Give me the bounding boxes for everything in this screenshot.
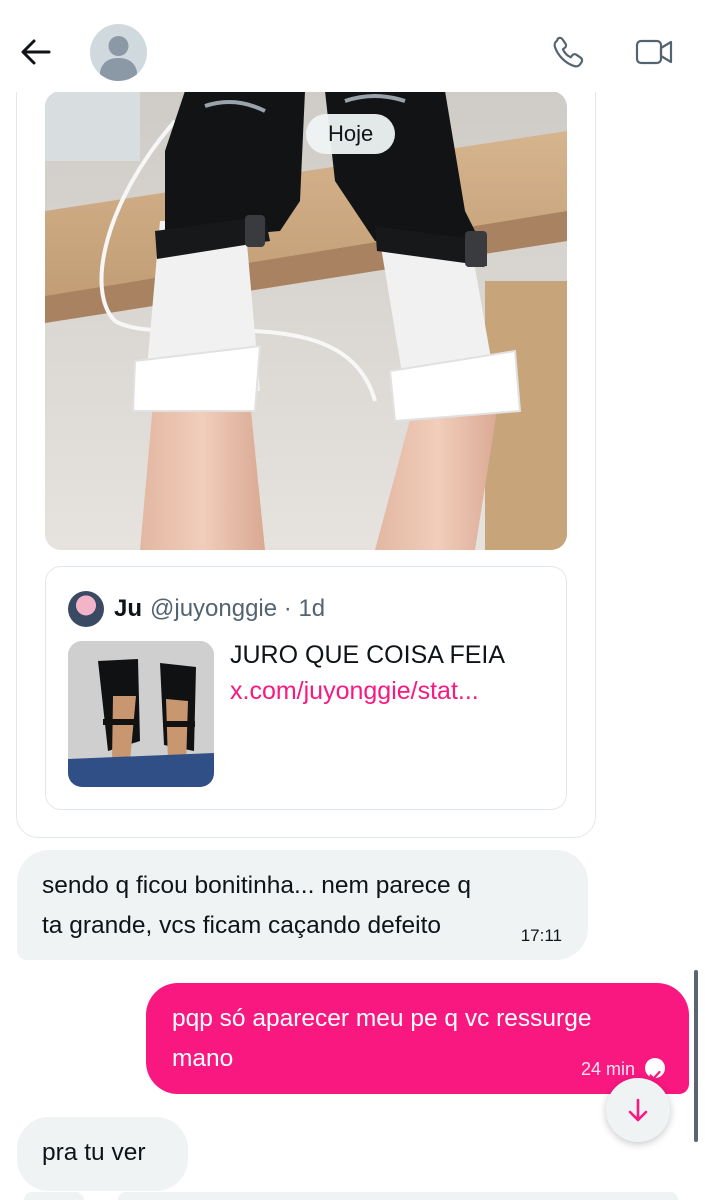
date-separator: Hoje [306, 114, 396, 154]
scroll-to-bottom-button[interactable] [606, 1078, 670, 1142]
conversation-header [0, 0, 705, 92]
quoted-thumbnail[interactable] [68, 641, 214, 787]
default-avatar-icon [100, 36, 137, 81]
video-call-button[interactable] [634, 34, 676, 70]
message-input[interactable] [118, 1192, 678, 1200]
message-text: pra tu ver [42, 1139, 146, 1166]
phone-icon [553, 36, 584, 68]
thumbnail-image [68, 641, 214, 787]
quoted-avatar[interactable] [68, 591, 104, 627]
post-photo[interactable] [45, 91, 567, 550]
quoted-author-handle: @juyonggie · 1d [150, 595, 326, 622]
scrollbar[interactable] [694, 970, 698, 1142]
message-line: sendo q ficou bonitinha... nem parece q [42, 872, 472, 899]
message-line: ta grande, vcs ficam caçando defeito [42, 912, 442, 939]
message-line: pqp só aparecer meu pe q vc ressurge [172, 1005, 592, 1032]
avatar[interactable] [90, 24, 147, 81]
composer-attach-button[interactable] [24, 1192, 84, 1200]
quoted-text: JURO QUE COISA FEIA [230, 641, 506, 669]
message-time: 24 min [580, 1059, 635, 1079]
video-camera-icon [635, 39, 673, 65]
message-bubble-incoming[interactable]: sendo q ficou bonitinha... nem parece q … [17, 850, 588, 960]
arrow-left-icon [21, 39, 51, 65]
message-text: pqp só aparecer meu pe q vc ressurge man… [172, 999, 591, 1079]
message-time: 17:11 [520, 926, 562, 945]
message-text: sendo q ficou bonitinha... nem parece q … [42, 866, 471, 946]
message-bubble-incoming[interactable]: pra tu ver [17, 1117, 188, 1191]
composer-area [0, 1192, 705, 1200]
quoted-link[interactable]: x.com/juyonggie/stat... [230, 677, 479, 706]
quoted-post[interactable]: Ju @juyonggie · 1d JURO QUE COISA FEIA x… [45, 566, 567, 810]
photo-image [45, 91, 567, 550]
arrow-down-icon [628, 1098, 648, 1122]
quoted-author-name[interactable]: Ju [114, 595, 142, 623]
back-button[interactable] [18, 34, 54, 70]
message-line: mano [172, 1045, 234, 1072]
check-circle-icon [645, 1058, 665, 1080]
shared-post-card[interactable]: Ju @juyonggie · 1d JURO QUE COISA FEIA x… [16, 70, 596, 838]
call-button[interactable] [550, 34, 586, 70]
